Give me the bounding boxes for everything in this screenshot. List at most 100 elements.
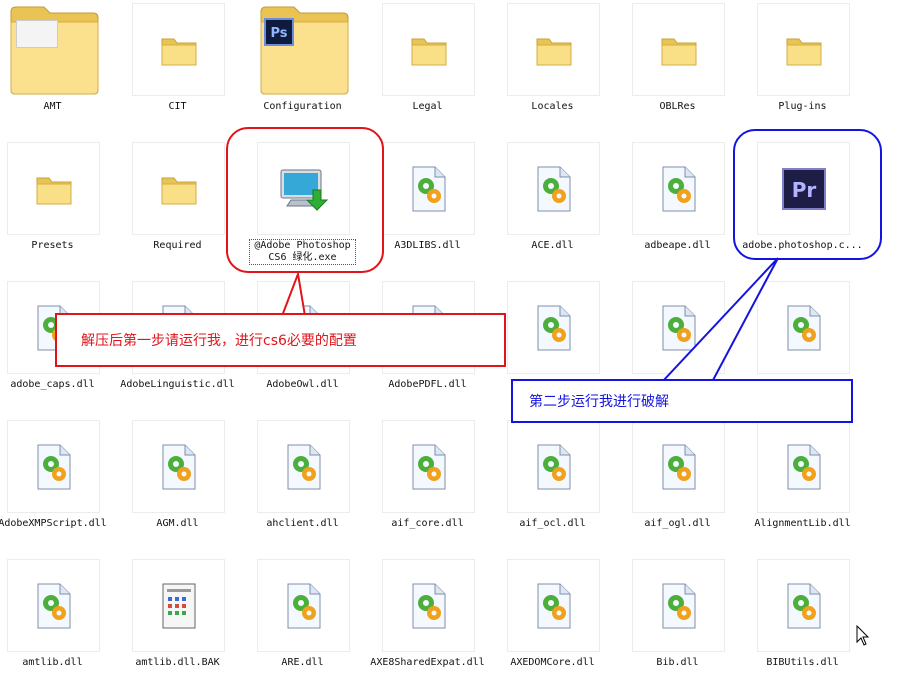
file-item-amt[interactable]: AMT bbox=[0, 0, 115, 135]
file-item-are-dll[interactable]: ARE.dll bbox=[240, 556, 365, 691]
dll-file-icon bbox=[35, 583, 73, 633]
file-item-aif-ogl-dll[interactable]: aif_ogl.dll bbox=[615, 417, 740, 552]
file-thumbnail bbox=[7, 420, 100, 513]
folder-icon bbox=[785, 33, 823, 71]
file-thumbnail bbox=[132, 3, 225, 96]
file-name-label: ARE.dll bbox=[281, 657, 324, 668]
file-item-axe8sharedexpat-dll[interactable]: AXE8SharedExpat.dll bbox=[365, 556, 490, 691]
step1-highlight-ring bbox=[226, 127, 384, 273]
file-item-plug-ins[interactable]: Plug-ins bbox=[740, 0, 865, 135]
folder-icon bbox=[35, 172, 73, 210]
folder-icon bbox=[410, 33, 448, 71]
file-thumbnail bbox=[757, 281, 850, 374]
file-item-presets[interactable]: Presets bbox=[0, 139, 115, 274]
file-name-label: AdobePDFL.dll bbox=[388, 379, 467, 390]
file-thumbnail bbox=[507, 3, 600, 96]
file-name-label: Configuration bbox=[263, 101, 342, 112]
file-item-required[interactable]: Required bbox=[115, 139, 240, 274]
dll-file-icon bbox=[160, 444, 198, 494]
file-name-label: AXEDOMCore.dll bbox=[510, 657, 595, 668]
file-item-configuration[interactable]: Ps Configuration bbox=[240, 0, 365, 135]
file-thumbnail bbox=[757, 420, 850, 513]
folder-icon bbox=[535, 33, 573, 71]
dll-file-icon bbox=[285, 444, 323, 494]
step1-callout: 解压后第一步请运行我，进行cs6必要的配置 bbox=[55, 313, 506, 367]
dll-file-icon bbox=[785, 444, 823, 494]
file-item-aif-ocl-dll[interactable]: aif_ocl.dll bbox=[490, 417, 615, 552]
file-item-adobexmpscript-dll[interactable]: AdobeXMPScript.dll bbox=[0, 417, 115, 552]
dll-file-icon bbox=[410, 444, 448, 494]
file-name-label: Locales bbox=[531, 101, 574, 112]
file-item-aif-core-dll[interactable]: aif_core.dll bbox=[365, 417, 490, 552]
dll-file-icon bbox=[785, 583, 823, 633]
dll-file-icon bbox=[535, 583, 573, 633]
file-thumbnail bbox=[382, 420, 475, 513]
file-thumbnail bbox=[382, 559, 475, 652]
file-item-cit[interactable]: CIT bbox=[115, 0, 240, 135]
file-name-label: AdobeLinguistic.dll bbox=[120, 379, 235, 390]
dll-file-icon bbox=[535, 166, 573, 216]
photoshop-folder-icon: Ps bbox=[258, 4, 351, 101]
file-thumbnail bbox=[632, 559, 725, 652]
file-name-label: Bib.dll bbox=[656, 657, 699, 668]
mouse-cursor-icon bbox=[856, 625, 870, 646]
file-name-label: AlignmentLib.dll bbox=[754, 518, 851, 529]
file-item-locales[interactable]: Locales bbox=[490, 0, 615, 135]
file-item-bibutils-dll[interactable]: BIBUtils.dll bbox=[740, 556, 865, 691]
file-name-label: Legal bbox=[412, 101, 443, 112]
file-thumbnail bbox=[507, 559, 600, 652]
file-name-label: Plug-ins bbox=[778, 101, 827, 112]
file-thumbnail bbox=[7, 142, 100, 235]
dll-file-icon bbox=[35, 444, 73, 494]
file-thumbnail bbox=[132, 142, 225, 235]
dll-file-icon bbox=[410, 583, 448, 633]
dll-file-icon bbox=[285, 583, 323, 633]
folder-icon bbox=[160, 172, 198, 210]
file-item-axedomcore-dll[interactable]: AXEDOMCore.dll bbox=[490, 556, 615, 691]
dll-file-icon bbox=[660, 444, 698, 494]
file-thumbnail bbox=[257, 420, 350, 513]
file-name-label: adbeape.dll bbox=[644, 240, 711, 251]
file-thumbnail: Ps bbox=[257, 3, 350, 96]
file-name-label: OBLRes bbox=[659, 101, 696, 112]
dll-file-icon bbox=[535, 305, 573, 355]
svg-text:Ps: Ps bbox=[270, 26, 287, 41]
file-name-label: ACE.dll bbox=[531, 240, 574, 251]
large-folder-icon bbox=[8, 4, 101, 101]
file-item-alignmentlib-dll[interactable]: AlignmentLib.dll bbox=[740, 417, 865, 552]
file-item-legal[interactable]: Legal bbox=[365, 0, 490, 135]
folder-icon bbox=[660, 33, 698, 71]
file-thumbnail bbox=[757, 559, 850, 652]
file-name-label: aif_core.dll bbox=[391, 518, 464, 529]
file-item-oblres[interactable]: OBLRes bbox=[615, 0, 740, 135]
file-name-label: amtlib.dll.BAK bbox=[135, 657, 220, 668]
step2-callout: 第二步运行我进行破解 bbox=[511, 379, 853, 423]
file-name-label: AGM.dll bbox=[156, 518, 199, 529]
file-name-label: aif_ocl.dll bbox=[519, 518, 586, 529]
dll-file-icon bbox=[660, 166, 698, 216]
file-thumbnail bbox=[632, 420, 725, 513]
file-item-amtlib-dll-bak[interactable]: amtlib.dll.BAK bbox=[115, 556, 240, 691]
dll-file-icon bbox=[410, 166, 448, 216]
file-item-amtlib-dll[interactable]: amtlib.dll bbox=[0, 556, 115, 691]
file-thumbnail bbox=[7, 3, 100, 96]
file-item-agm-dll[interactable]: AGM.dll bbox=[115, 417, 240, 552]
file-thumbnail bbox=[132, 559, 225, 652]
file-thumbnail bbox=[507, 142, 600, 235]
file-item-bib-dll[interactable]: Bib.dll bbox=[615, 556, 740, 691]
file-thumbnail bbox=[257, 559, 350, 652]
file-item-ace-dll[interactable]: ACE.dll bbox=[490, 139, 615, 274]
file-item-adbeape-dll[interactable]: adbeape.dll bbox=[615, 139, 740, 274]
file-thumbnail bbox=[7, 559, 100, 652]
file-thumbnail bbox=[382, 3, 475, 96]
dll-file-icon bbox=[660, 583, 698, 633]
file-name-label: BIBUtils.dll bbox=[766, 657, 839, 668]
file-thumbnail bbox=[632, 3, 725, 96]
file-name-label: aif_ogl.dll bbox=[644, 518, 711, 529]
file-thumbnail bbox=[632, 142, 725, 235]
file-item-ahclient-dll[interactable]: ahclient.dll bbox=[240, 417, 365, 552]
step1-callout-text: 解压后第一步请运行我，进行cs6必要的配置 bbox=[81, 333, 357, 349]
file-name-label: CIT bbox=[168, 101, 187, 112]
file-thumbnail bbox=[757, 3, 850, 96]
dll-file-icon bbox=[660, 305, 698, 355]
